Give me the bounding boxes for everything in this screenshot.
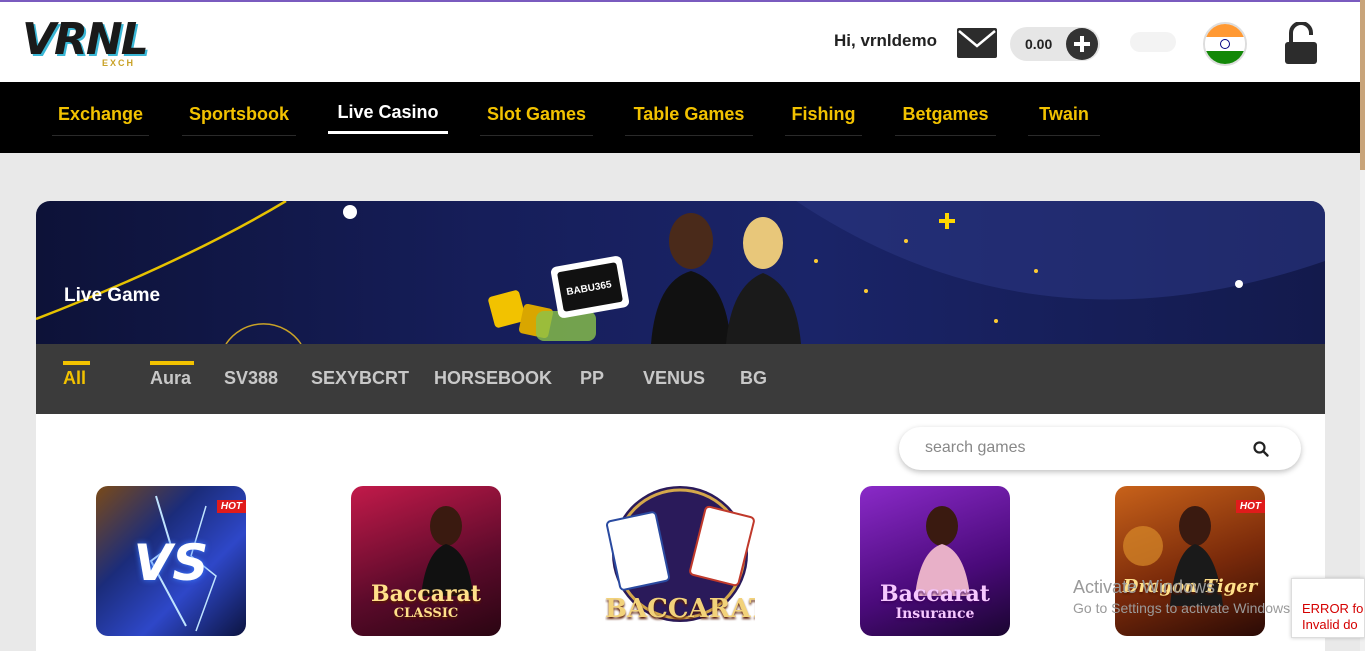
nav-sportsbook[interactable]: Sportsbook <box>182 104 296 136</box>
tab-label: All <box>63 368 87 388</box>
hot-badge: HOT <box>1235 500 1265 513</box>
search-bar <box>899 427 1301 470</box>
balance-value: 0.00 <box>1025 36 1053 52</box>
tab-label: Aura <box>150 368 192 388</box>
tab-sexybcrt[interactable]: SEXYBCRT <box>311 368 409 389</box>
error-line-2: Invalid do <box>1302 617 1358 632</box>
game-tile-vs[interactable]: VS HOT <box>96 486 246 636</box>
india-flag-icon[interactable] <box>1203 22 1247 66</box>
error-popup: ERROR fo Invalid do <box>1291 578 1365 638</box>
faded-placeholder <box>1130 32 1176 52</box>
tab-sv388[interactable]: SV388 <box>224 368 278 389</box>
logo-subtext: EXCH <box>102 58 136 68</box>
scrollbar-thumb[interactable] <box>1360 0 1365 170</box>
page-scrollbar[interactable] <box>1360 0 1365 651</box>
banner-title: Live Game <box>64 285 161 306</box>
search-icon[interactable] <box>1252 440 1270 458</box>
tab-active-marker <box>63 361 90 365</box>
tab-bg[interactable]: BG <box>740 368 767 389</box>
game-art-text: Baccarat <box>371 581 481 607</box>
mail-icon[interactable] <box>956 26 998 60</box>
logo[interactable]: VRNL EXCH <box>22 14 182 70</box>
user-greeting: Hi, vrnldemo <box>834 31 937 50</box>
nav-live-casino[interactable]: Live Casino <box>328 102 448 134</box>
activate-subtitle: Go to Settings to activate Windows. <box>1073 600 1294 616</box>
hot-badge: HOT <box>216 500 246 513</box>
activate-title: Activate Windows <box>1073 577 1216 597</box>
nav-slot-games[interactable]: Slot Games <box>480 104 593 136</box>
tab-all[interactable]: All <box>63 361 90 389</box>
game-tile-baccarat-insurance[interactable]: Baccarat Insurance <box>860 486 1010 636</box>
tab-aura[interactable]: Aura <box>150 361 194 389</box>
nav-betgames[interactable]: Betgames <box>895 104 996 136</box>
nav-exchange[interactable]: Exchange <box>52 104 149 136</box>
game-art-subtext: CLASSIC <box>393 606 459 621</box>
game-art-text: VS <box>133 534 209 592</box>
game-art-text: Baccarat <box>880 581 990 607</box>
game-tile-baccarat-classic[interactable]: Baccarat CLASSIC <box>351 486 501 636</box>
error-line-1: ERROR fo <box>1302 601 1364 616</box>
live-game-banner: BABU365 Live Game <box>36 201 1325 344</box>
game-art-text: BACCARAT <box>605 594 755 624</box>
main-nav: Exchange Sportsbook Live Casino Slot Gam… <box>0 82 1360 153</box>
add-funds-button[interactable] <box>1066 28 1098 60</box>
provider-tabs: All Aura SV388 SEXYBCRT HORSEBOOK PP VEN… <box>36 344 1325 414</box>
tab-horsebook[interactable]: HORSEBOOK <box>434 368 552 389</box>
header: VRNL EXCH Hi, vrnldemo 0.00 <box>0 2 1360 82</box>
tab-marker <box>150 361 194 365</box>
game-tile-baccarat[interactable]: BACCARAT <box>605 486 755 636</box>
game-art-subtext: Insurance <box>895 606 975 622</box>
tab-pp[interactable]: PP <box>580 368 604 389</box>
logout-lock-icon[interactable] <box>1282 21 1320 66</box>
activate-windows-watermark: Activate Windows Go to Settings to activ… <box>1073 577 1294 616</box>
tab-venus[interactable]: VENUS <box>643 368 705 389</box>
nav-fishing[interactable]: Fishing <box>785 104 862 136</box>
nav-table-games[interactable]: Table Games <box>625 104 753 136</box>
search-input[interactable] <box>925 437 1245 459</box>
nav-twain[interactable]: Twain <box>1028 104 1100 136</box>
balance-pill: 0.00 <box>1010 27 1100 61</box>
